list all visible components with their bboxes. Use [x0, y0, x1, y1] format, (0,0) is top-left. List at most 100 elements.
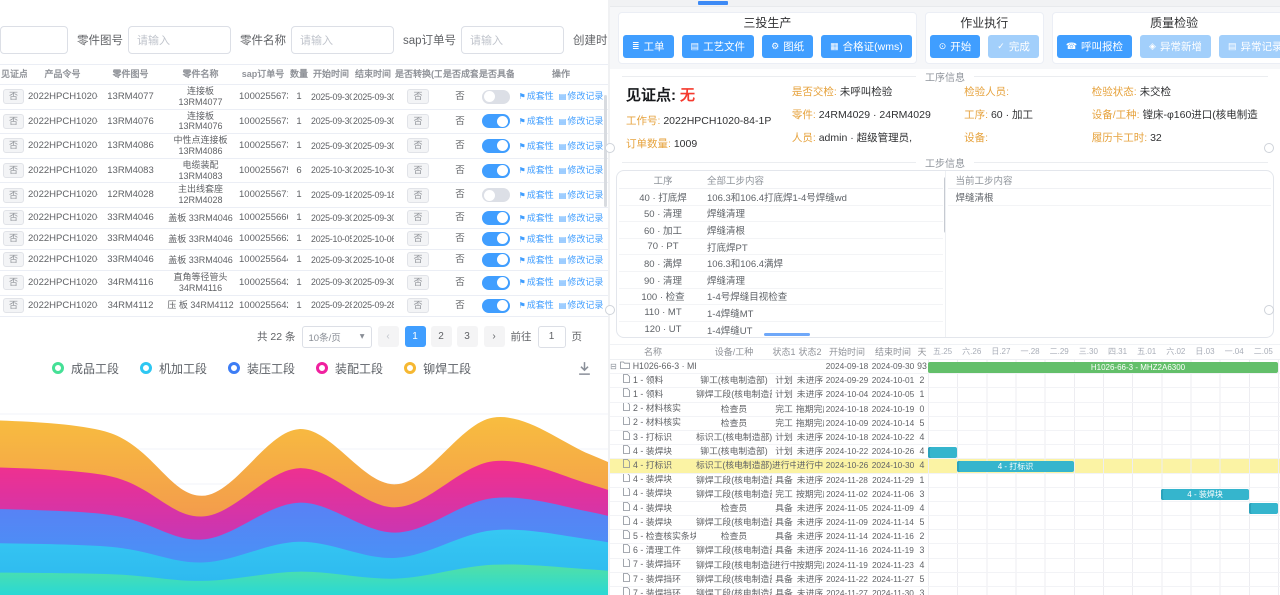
- legend-item[interactable]: 机加工段: [140, 360, 207, 377]
- step-row[interactable]: 70 · PT打底焊PT: [619, 239, 943, 256]
- active-tab-indicator[interactable]: [698, 1, 728, 5]
- action-link-修改记录[interactable]: ▤修改记录: [559, 213, 604, 224]
- button-呼叫报检[interactable]: ☎呼叫报检: [1057, 35, 1132, 58]
- action-link-成套性[interactable]: ⚑成套性: [519, 255, 554, 266]
- gantt-row[interactable]: 4 - 装焊块铆工(核电制造部)计划未进序2024-10-222024-10-2…: [610, 445, 1280, 459]
- download-icon[interactable]: [577, 361, 592, 376]
- ready-toggle[interactable]: [482, 232, 510, 246]
- legend-item[interactable]: 装压工段: [228, 360, 295, 377]
- button-工单[interactable]: ≣工单: [623, 35, 674, 58]
- gantt-row[interactable]: 4 - 装焊块铆焊工段(核电制造部)完工按期完成2024-11-022024-1…: [610, 488, 1280, 502]
- gantt-row[interactable]: 7 - 装焊挡环铆焊工段(核电制造部)进行中按期完成2024-11-192024…: [610, 559, 1280, 573]
- action-link-成套性[interactable]: ⚑成套性: [519, 91, 554, 102]
- action-link-修改记录[interactable]: ▤修改记录: [559, 91, 604, 102]
- filter-input[interactable]: 请输入: [128, 26, 231, 54]
- ready-toggle[interactable]: [482, 276, 510, 290]
- legend-item[interactable]: 装配工段: [316, 360, 383, 377]
- ready-toggle[interactable]: [482, 211, 510, 225]
- table-row[interactable]: 否2022HPCH1020-84-1M12RM4028主出线套座 12RM402…: [0, 183, 608, 208]
- action-link-成套性[interactable]: ⚑成套性: [519, 300, 554, 311]
- step-row[interactable]: 90 · 清理焊缝清理: [619, 272, 943, 289]
- action-link-成套性[interactable]: ⚑成套性: [519, 277, 554, 288]
- resize-handle[interactable]: [605, 305, 615, 315]
- action-link-成套性[interactable]: ⚑成套性: [519, 116, 554, 127]
- action-link-修改记录[interactable]: ▤修改记录: [559, 141, 604, 152]
- page-button-3[interactable]: 3: [457, 326, 478, 347]
- action-link-成套性[interactable]: ⚑成套性: [519, 141, 554, 152]
- action-link-修改记录[interactable]: ▤修改记录: [559, 300, 604, 311]
- gantt-row[interactable]: 2 - 材料核实检查员完工拖期完成2024-10-092024-10-145: [610, 417, 1280, 431]
- page-button-2[interactable]: 2: [431, 326, 452, 347]
- gantt-row[interactable]: 4 - 装焊块铆焊工段(核电制造部)具备未进序2024-11-092024-11…: [610, 516, 1280, 530]
- step-row[interactable]: 100 · 检查1-4号焊缝目视检查: [619, 289, 943, 306]
- page-size-select[interactable]: 10条/页 ▾: [302, 326, 372, 348]
- table-row[interactable]: 否2022HPCH1020-84-1M13RM4077连接板 13RM40771…: [0, 85, 608, 110]
- table-row[interactable]: 否2022HPCH1020-84-1M34RM4112压 板 34RM41121…: [0, 296, 608, 317]
- gantt-row[interactable]: ⊟H1026-66-3 · MHZ2A63002024-09-182024-09…: [610, 360, 1280, 374]
- table-row[interactable]: 否2022HPCH1020-84-1M34RM4116直角等径管头 34RM41…: [0, 271, 608, 296]
- action-link-修改记录[interactable]: ▤修改记录: [559, 277, 604, 288]
- ready-toggle[interactable]: [482, 299, 510, 313]
- step-row[interactable]: 60 · 加工焊缝清根: [619, 222, 943, 239]
- action-link-修改记录[interactable]: ▤修改记录: [559, 190, 604, 201]
- ready-toggle[interactable]: [482, 114, 510, 128]
- gantt-row[interactable]: 4 - 装焊块铆焊工段(核电制造部)具备未进序2024-11-282024-11…: [610, 474, 1280, 488]
- ready-toggle[interactable]: [482, 253, 510, 267]
- gantt-task-bar[interactable]: 4 - 装焊块: [1161, 489, 1249, 500]
- gantt-row[interactable]: 4 - 打标识标识工(核电制造部)进行中进行中2024-10-262024-10…: [610, 459, 1280, 473]
- filter-input[interactable]: 请输入: [291, 26, 394, 54]
- step-row[interactable]: 110 · MT1-4焊缝MT: [619, 305, 943, 322]
- resize-handle[interactable]: [1264, 305, 1274, 315]
- gantt-task-bar[interactable]: [928, 447, 957, 458]
- page-button-1[interactable]: 1: [405, 326, 426, 347]
- gantt-row[interactable]: 4 - 装焊块检查员具备未进序2024-11-052024-11-094: [610, 502, 1280, 516]
- legend-item[interactable]: 成品工段: [52, 360, 119, 377]
- button-异常新增[interactable]: ◈异常新增: [1140, 35, 1211, 58]
- step-row[interactable]: 40 · 打底焊106.3和106.4打底焊1-4号焊缝wd: [619, 189, 943, 206]
- table-row[interactable]: 否2022HPCH1020-84-1M13RM4076连接板 13RM40761…: [0, 110, 608, 135]
- resize-handle[interactable]: [1264, 143, 1274, 153]
- step-row[interactable]: 50 · 清理焊缝清理: [619, 206, 943, 223]
- collapse-icon[interactable]: ⊟: [610, 360, 617, 373]
- gantt-group-bar[interactable]: H1026-66-3 - MHZ2A6300: [928, 362, 1278, 373]
- prev-page-button[interactable]: ‹: [378, 326, 399, 347]
- gantt-row[interactable]: 7 - 装焊挡环铆焊工段(核电制造部)具备未进序2024-11-272024-1…: [610, 587, 1280, 595]
- table-row[interactable]: 否2022HPCH1020-84-2M33RM4046盖板 33RM404610…: [0, 229, 608, 250]
- action-link-修改记录[interactable]: ▤修改记录: [559, 116, 604, 127]
- button-合格证(wms)[interactable]: ▦合格证(wms): [821, 35, 912, 58]
- action-link-成套性[interactable]: ⚑成套性: [519, 190, 554, 201]
- legend-item[interactable]: 铆焊工段: [404, 360, 471, 377]
- current-step-row[interactable]: 焊缝清根: [948, 189, 1272, 206]
- table-row[interactable]: 否2022HPCH1020-84-3M33RM4046盖板 33RM404610…: [0, 208, 608, 229]
- table-row[interactable]: 否2022HPCH1020-84-1M33RM4046盖板 33RM404610…: [0, 250, 608, 271]
- action-link-修改记录[interactable]: ▤修改记录: [559, 255, 604, 266]
- horizontal-scrollbar-thumb[interactable]: [764, 333, 810, 336]
- resize-handle[interactable]: [605, 143, 615, 153]
- button-开始[interactable]: ⊙开始: [930, 35, 981, 58]
- next-page-button[interactable]: ›: [484, 326, 505, 347]
- goto-page-input[interactable]: [538, 326, 566, 348]
- button-图纸[interactable]: ⚙图纸: [762, 35, 813, 58]
- action-link-修改记录[interactable]: ▤修改记录: [559, 234, 604, 245]
- ready-toggle[interactable]: [482, 139, 510, 153]
- gantt-row[interactable]: 1 - 领料铆焊工段(核电制造部)计划未进序2024-10-042024-10-…: [610, 388, 1280, 402]
- action-link-成套性[interactable]: ⚑成套性: [519, 213, 554, 224]
- filter-input[interactable]: 请输入: [461, 26, 564, 54]
- button-工艺文件[interactable]: ▤工艺文件: [682, 35, 755, 58]
- table-row[interactable]: 否2022HPCH1020-84-1M13RM4083电缆装配 13RM4083…: [0, 159, 608, 184]
- action-link-修改记录[interactable]: ▤修改记录: [559, 165, 604, 176]
- gantt-row[interactable]: 6 - 清理工件铆焊工段(核电制造部)具备未进序2024-11-162024-1…: [610, 544, 1280, 558]
- action-link-成套性[interactable]: ⚑成套性: [519, 234, 554, 245]
- gantt-row[interactable]: 2 - 材料核实检查员完工拖期完成2024-10-182024-10-190: [610, 403, 1280, 417]
- ready-toggle[interactable]: [482, 164, 510, 178]
- step-row[interactable]: 80 · 满焊106.3和106.4满焊: [619, 255, 943, 272]
- table-row[interactable]: 否2022HPCH1020-84-1M13RM4086中性点连接板 13RM40…: [0, 134, 608, 159]
- gantt-row[interactable]: 7 - 装焊挡环铆焊工段(核电制造部)具备未进序2024-11-222024-1…: [610, 573, 1280, 587]
- gantt-task-bar[interactable]: [1249, 503, 1278, 514]
- action-link-成套性[interactable]: ⚑成套性: [519, 165, 554, 176]
- vertical-scrollbar-thumb[interactable]: [944, 177, 946, 233]
- ready-toggle[interactable]: [482, 90, 510, 104]
- clipped-filter-input[interactable]: [0, 26, 68, 54]
- button-完成[interactable]: ✓完成: [988, 35, 1039, 58]
- gantt-row[interactable]: 5 - 检查核实条块外径检查员具备未进序2024-11-142024-11-16…: [610, 530, 1280, 544]
